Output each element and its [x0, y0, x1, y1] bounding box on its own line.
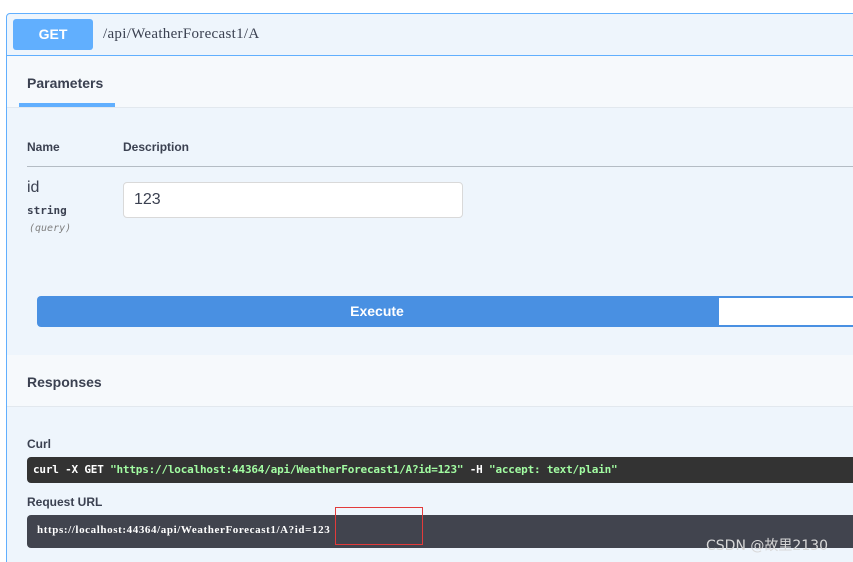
execute-button[interactable]: Execute — [37, 296, 717, 327]
parameters-tab[interactable]: Parameters — [27, 75, 103, 91]
param-name: id — [27, 179, 40, 196]
parameters-header: Parameters — [7, 56, 853, 108]
column-header-name: Name — [27, 140, 60, 154]
curl-url: "https://localhost:44364/api/WeatherFore… — [110, 463, 464, 476]
endpoint-path: /api/WeatherForecast1/A — [103, 26, 260, 42]
request-url-label: Request URL — [27, 495, 103, 509]
opblock-get: GET /api/WeatherForecast1/A Parameters N… — [6, 13, 853, 562]
opblock-summary[interactable]: GET /api/WeatherForecast1/A — [7, 14, 853, 56]
query-highlight-box — [335, 507, 423, 545]
clear-button[interactable] — [717, 296, 853, 327]
param-type: string — [27, 204, 67, 217]
responses-header: Responses — [7, 355, 853, 407]
curl-label: Curl — [27, 437, 51, 451]
curl-flag: -H — [463, 463, 490, 476]
column-header-description: Description — [123, 140, 190, 154]
id-input[interactable] — [123, 182, 463, 218]
watermark: CSDN @故里2130 — [706, 538, 828, 554]
param-location: (query) — [29, 223, 72, 234]
active-tab-underline — [19, 103, 115, 107]
curl-command[interactable]: curl -X GET "https://localhost:44364/api… — [27, 457, 853, 483]
header-divider — [27, 166, 853, 167]
curl-prefix: curl -X GET — [33, 463, 111, 476]
responses-title: Responses — [27, 374, 102, 390]
method-badge: GET — [13, 19, 93, 50]
curl-header: "accept: text/plain" — [489, 463, 618, 476]
